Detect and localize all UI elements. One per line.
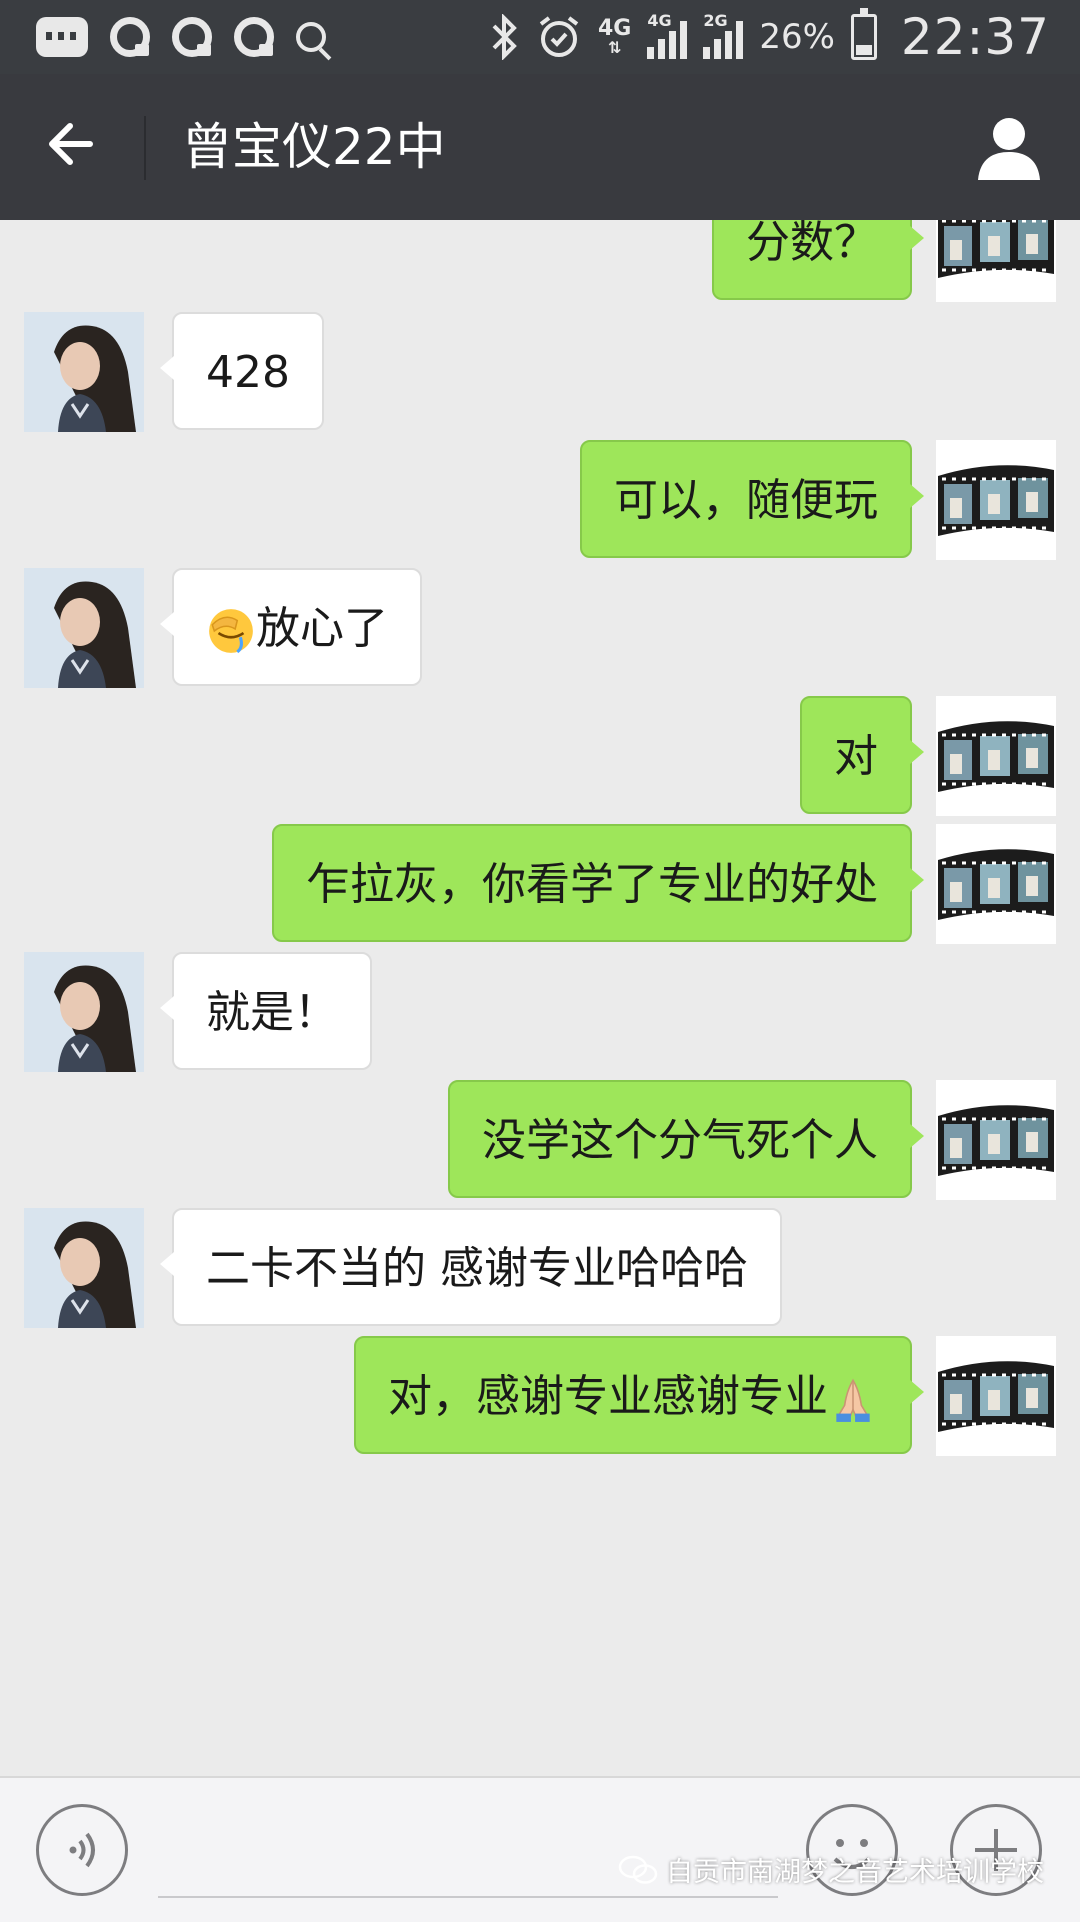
film-strip-icon xyxy=(936,1336,1056,1456)
system-icons: 4G ⇅ 4G 2G 26% 22:37 xyxy=(490,6,1050,68)
sent-message-bubble[interactable]: 分数？ xyxy=(712,220,924,300)
contact-photo xyxy=(24,568,144,688)
film-strip-icon xyxy=(936,696,1056,816)
message-text: 对，感谢专业感谢专业 xyxy=(388,1371,828,1422)
message-text: 就是！ xyxy=(206,987,338,1038)
folded-hands-emoji xyxy=(836,1378,870,1422)
wechat-icon xyxy=(618,1855,658,1884)
message-text: 二卡不当的 感谢专业哈哈哈 xyxy=(206,1243,748,1294)
bluetooth-icon xyxy=(492,14,517,60)
contact-photo xyxy=(24,952,144,1072)
battery-icon xyxy=(850,8,877,60)
watermark: 自贡市南湖梦之音艺术培训学校 xyxy=(618,1850,1044,1889)
clock: 22:37 xyxy=(900,8,1050,66)
message-text: 428 xyxy=(206,347,290,398)
signal-2-label: 2G xyxy=(703,11,728,30)
message-text: 可以，随便玩 xyxy=(614,475,878,526)
facepalm-emoji xyxy=(209,609,253,654)
my-avatar[interactable] xyxy=(936,824,1056,944)
voice-icon xyxy=(69,1832,95,1868)
message-text: 没学这个分气死个人 xyxy=(482,1115,878,1166)
my-avatar[interactable] xyxy=(936,1336,1056,1456)
my-avatar[interactable] xyxy=(936,440,1056,560)
message-text: 对 xyxy=(834,731,878,782)
film-strip-icon xyxy=(936,220,1056,302)
qq-icon xyxy=(172,17,212,57)
chat-header: 曾宝仪22中 xyxy=(0,74,1080,220)
received-message-bubble[interactable]: 就是！ xyxy=(160,952,372,1070)
message-icon xyxy=(36,17,88,57)
contact-avatar[interactable] xyxy=(24,952,144,1072)
sent-message-bubble[interactable]: 对，感谢专业感谢专业 xyxy=(354,1336,924,1454)
message-text: 放心了 xyxy=(256,603,388,654)
received-message-bubble[interactable]: 428 xyxy=(160,312,324,430)
sent-message-bubble[interactable]: 对 xyxy=(800,696,924,814)
message-list[interactable]: 分数？ 428 可以，随便玩放心了对乍拉灰，你看学了专业的好处就是！ 没学这个分气死个… xyxy=(0,220,1080,1776)
received-message-bubble[interactable]: 二卡不当的 感谢专业哈哈哈 xyxy=(160,1208,782,1326)
status-bar: 4G ⇅ 4G 2G 26% 22:37 xyxy=(0,0,1080,74)
battery-percent: 26% xyxy=(759,17,835,57)
my-avatar[interactable] xyxy=(936,220,1056,302)
contact-avatar[interactable] xyxy=(24,568,144,688)
contact-photo xyxy=(24,1208,144,1328)
sent-message-bubble[interactable]: 可以，随便玩 xyxy=(580,440,924,558)
contact-avatar[interactable] xyxy=(24,1208,144,1328)
received-message-bubble[interactable]: 放心了 xyxy=(160,568,422,686)
my-avatar[interactable] xyxy=(936,1080,1056,1200)
qq-icon xyxy=(234,17,274,57)
contact-avatar[interactable] xyxy=(24,312,144,432)
film-strip-icon xyxy=(936,1080,1056,1200)
person-icon xyxy=(978,118,1040,180)
contact-photo xyxy=(24,312,144,432)
chat-title: 曾宝仪22中 xyxy=(182,118,446,176)
message-text: 分数？ xyxy=(746,220,878,268)
film-strip-icon xyxy=(936,440,1056,560)
network-type-label: 4G xyxy=(597,16,632,41)
network-type-indicator: 4G ⇅ xyxy=(597,16,632,57)
my-avatar[interactable] xyxy=(936,696,1056,816)
watermark-text: 自贡市南湖梦之音艺术培训学校 xyxy=(666,1857,1044,1888)
qq-icon xyxy=(110,17,150,57)
input-bar xyxy=(0,1776,1080,1922)
arrow-left-icon xyxy=(49,123,93,165)
alarm-icon xyxy=(539,16,579,57)
sent-message-bubble[interactable]: 乍拉灰，你看学了专业的好处 xyxy=(272,824,924,942)
signal-icon: 4G xyxy=(647,11,688,59)
voice-button[interactable] xyxy=(36,1804,128,1896)
chat-info-button[interactable] xyxy=(972,110,1046,184)
back-button[interactable] xyxy=(40,114,110,180)
film-strip-icon xyxy=(936,824,1056,944)
message-text: 乍拉灰，你看学了专业的好处 xyxy=(306,859,878,910)
sent-message-bubble[interactable]: 没学这个分气死个人 xyxy=(448,1080,924,1198)
signal-1-label: 4G xyxy=(647,11,672,30)
signal-icon: 2G xyxy=(703,11,744,59)
notification-icons xyxy=(36,12,326,62)
message-input[interactable] xyxy=(158,1896,778,1898)
header-divider xyxy=(144,116,146,180)
search-icon xyxy=(296,22,326,52)
